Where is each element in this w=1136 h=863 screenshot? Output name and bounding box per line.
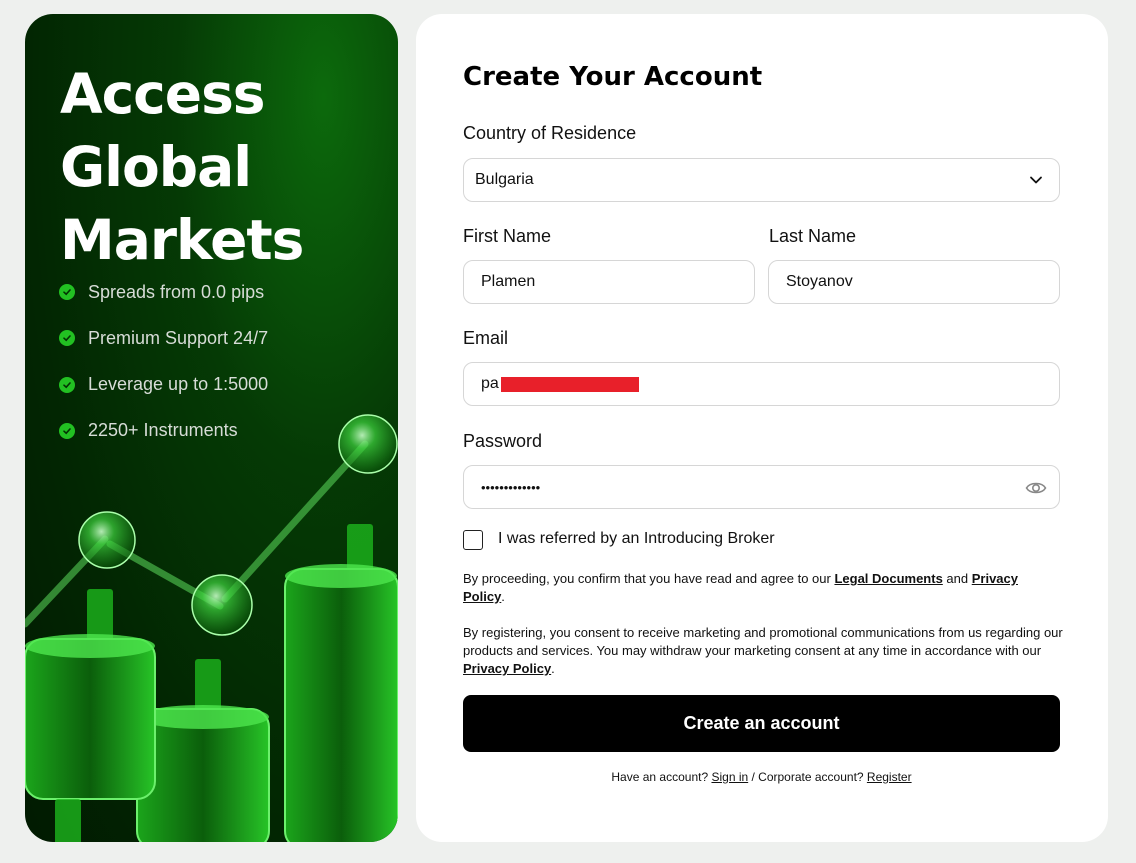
legal-text: and [942, 571, 972, 586]
promo-title: Access Global Markets [60, 62, 304, 272]
ib-referral-checkbox[interactable] [463, 530, 483, 550]
signup-card: Create Your Account Country of Residence… [416, 14, 1108, 842]
password-value: ••••••••••••• [481, 479, 541, 495]
marketing-consent-text: By registering, you consent to receive m… [463, 624, 1063, 678]
glass-chart-illustration [25, 414, 398, 842]
check-icon [59, 284, 75, 300]
check-icon [59, 330, 75, 347]
country-select[interactable]: Bulgaria [463, 158, 1060, 202]
last-name-input[interactable]: Stoyanov [768, 260, 1060, 304]
chevron-down-icon [1030, 176, 1042, 184]
sign-in-link[interactable]: Sign in [711, 770, 748, 784]
password-input[interactable]: ••••••••••••• [463, 465, 1060, 509]
legal-text: . [501, 589, 505, 604]
footer-text: Have an account? [611, 770, 712, 784]
feature-item: Spreads from 0.0 pips [59, 280, 268, 304]
email-label: Email [463, 328, 509, 348]
feature-label: Spreads from 0.0 pips [88, 281, 265, 302]
create-account-button[interactable]: Create an account [463, 695, 1060, 752]
last-name-value: Stoyanov [786, 273, 853, 290]
ib-referral-label: I was referred by an Introducing Broker [498, 530, 775, 547]
email-value: pa [481, 375, 499, 392]
register-link[interactable]: Register [867, 770, 912, 784]
marketing-text: . [551, 661, 555, 676]
country-value: Bulgaria [475, 171, 534, 188]
feature-item: Premium Support 24/7 [59, 326, 268, 350]
country-label: Country of Residence [463, 123, 637, 143]
redaction-bar [500, 376, 639, 392]
first-name-label: First Name [463, 226, 552, 246]
footer-links: Have an account? Sign in / Corporate acc… [463, 770, 1060, 784]
legal-documents-link[interactable]: Legal Documents [834, 571, 942, 586]
last-name-label: Last Name [769, 226, 857, 246]
legal-consent-text: By proceeding, you confirm that you have… [463, 570, 1063, 606]
legal-text: By proceeding, you confirm that you have… [463, 571, 835, 586]
marketing-text: By registering, you consent to receive m… [463, 625, 1063, 658]
email-input[interactable]: pa [463, 362, 1060, 406]
privacy-policy-link[interactable]: Privacy Policy [463, 661, 551, 676]
first-name-input[interactable]: Plamen [463, 260, 755, 304]
feature-label: Premium Support 24/7 [88, 327, 269, 348]
promo-panel: Access Global Markets Spreads from 0.0 p… [25, 14, 398, 842]
password-label: Password [463, 431, 543, 451]
footer-text: / Corporate account? [748, 770, 867, 784]
form-title: Create Your Account [463, 62, 763, 92]
first-name-value: Plamen [481, 273, 536, 290]
eye-icon[interactable] [1025, 478, 1047, 498]
